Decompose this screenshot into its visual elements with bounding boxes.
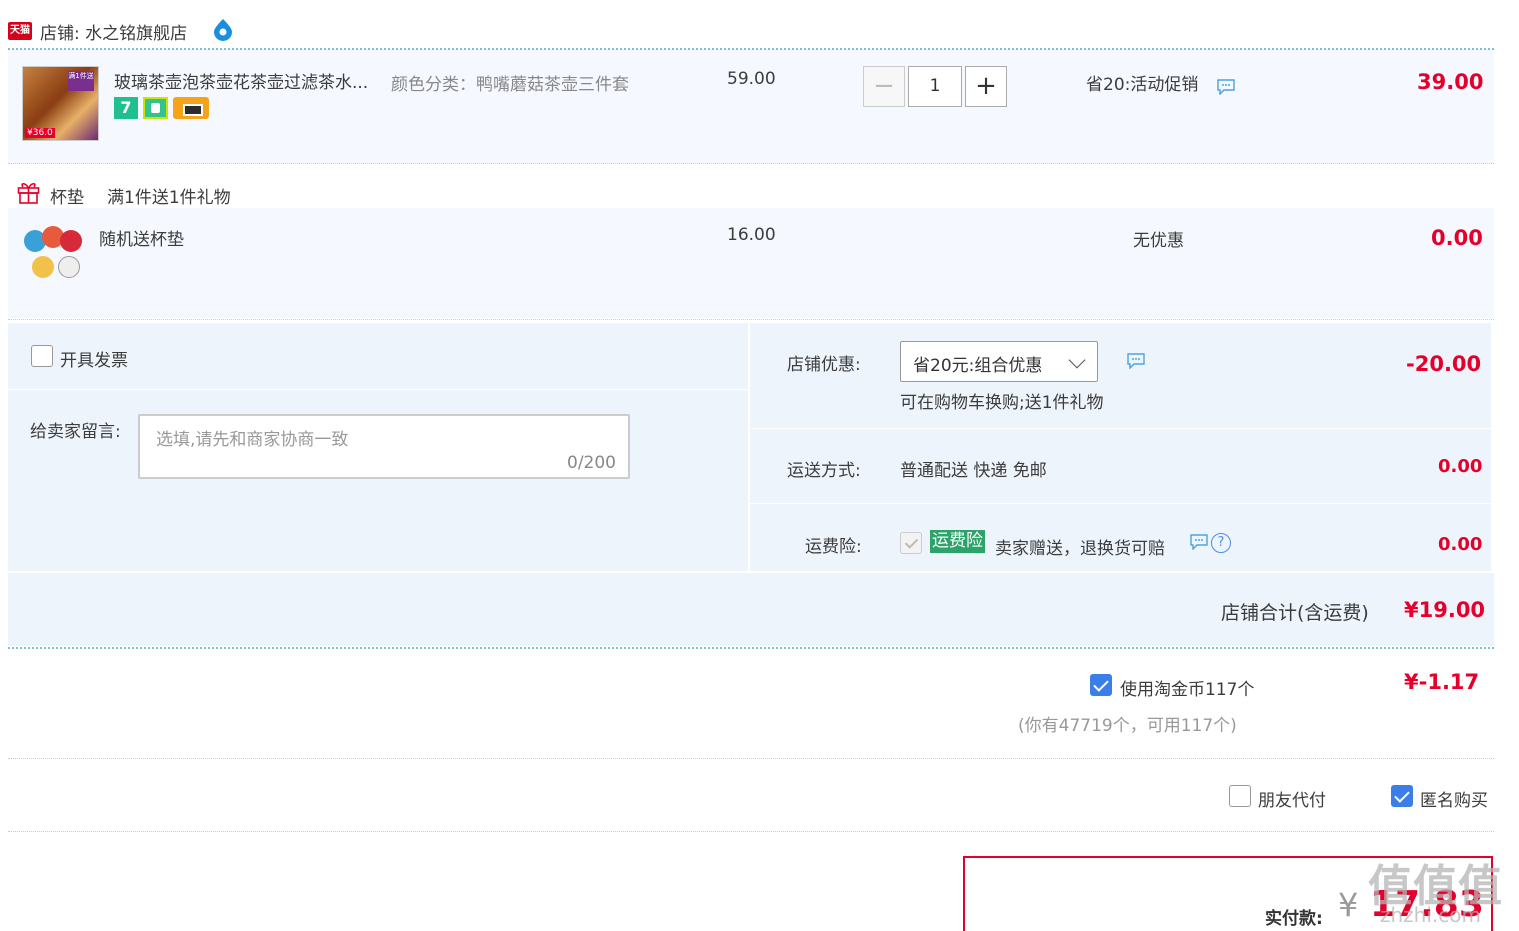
shipping-amount: 0.00 (1438, 456, 1483, 477)
gift-title[interactable]: 随机送杯垫 (99, 225, 184, 250)
payment-currency: ¥ (1338, 886, 1359, 924)
product-title[interactable]: 玻璃茶壶泡茶壶花茶壶过滤茶水... (114, 68, 368, 93)
chevron-down-icon (1068, 351, 1086, 369)
seller-message-textarea[interactable]: 选填,请先和商家协商一致 0/200 (138, 414, 630, 479)
shop-discount-selected: 省20元:组合优惠 (913, 356, 1043, 376)
promotion-label: 省20:活动促销 (1086, 75, 1199, 95)
panel-divider (750, 428, 1491, 429)
credit-card-service-icon[interactable] (173, 97, 209, 119)
insurance-description: 卖家赠送，退换货可赔 (995, 539, 1165, 559)
quantity-input[interactable]: 1 (908, 66, 962, 107)
insurance-badge: 运费险 (930, 530, 985, 553)
item-divider (8, 163, 1494, 164)
gift-label: 杯垫 (50, 188, 84, 208)
invoice-checkbox[interactable] (31, 345, 53, 367)
shop-discount-note: 可在购物车换购;送1件礼物 (900, 393, 1104, 413)
message-label: 给卖家留言: (30, 422, 121, 442)
coins-deduction-amount: ¥-1.17 (1404, 670, 1480, 694)
message-char-counter: 0/200 (567, 453, 616, 473)
shop-discount-select[interactable]: 省20元:组合优惠 (900, 341, 1098, 382)
panel-divider (8, 389, 748, 390)
gift-thumbnail[interactable] (22, 224, 84, 282)
use-coins-label[interactable]: 使用淘金币117个 (1120, 675, 1254, 700)
shipping-label: 运送方式: (787, 461, 861, 481)
anonymous-purchase-label[interactable]: 匿名购买 (1420, 786, 1488, 811)
payment-label: 实付款: (1265, 909, 1323, 929)
coins-balance-note: (你有47719个，可用117个) (1018, 716, 1237, 736)
quantity-increase-button[interactable]: + (965, 66, 1007, 107)
invoice-label[interactable]: 开具发票 (60, 346, 128, 371)
panel-divider (750, 503, 1491, 504)
product-sku: 颜色分类：鸭嘴蘑菇茶壶三件套 (391, 75, 629, 95)
insurance-amount: 0.00 (1438, 534, 1483, 555)
shop-title[interactable]: 店铺: 水之铭旗舰店 (40, 19, 187, 44)
shop-total-label: 店铺合计(含运费) (1221, 602, 1369, 624)
cart-item-row (8, 50, 1494, 163)
seven-day-return-icon[interactable]: 7 (114, 97, 138, 119)
shop-discount-amount: -20.00 (1406, 352, 1482, 376)
gift-icon (17, 182, 40, 204)
thumbnail-price-tag: ¥36.0 (25, 128, 55, 138)
product-thumbnail[interactable]: ¥36.0 满1件送 (22, 66, 99, 141)
insurance-checkbox[interactable] (900, 532, 922, 554)
use-coins-checkbox[interactable] (1090, 674, 1112, 696)
item-subtotal: 39.00 (1417, 70, 1484, 94)
shopping-bag-service-icon[interactable] (143, 97, 168, 119)
gift-divider (8, 319, 1494, 320)
friend-pay-label[interactable]: 朋友代付 (1258, 786, 1326, 811)
unit-price: 59.00 (727, 69, 776, 89)
shop-total-divider (8, 647, 1494, 649)
help-icon[interactable]: ? (1211, 533, 1231, 553)
tmall-badge: 天猫 (8, 22, 32, 40)
options-divider (8, 831, 1494, 832)
gift-unit-price: 16.00 (727, 225, 776, 245)
thumbnail-promo-tag: 满1件送 (68, 71, 94, 91)
coins-divider (8, 758, 1494, 759)
chat-bubble-icon[interactable] (1216, 79, 1236, 95)
gift-promotion-label: 无优惠 (1133, 231, 1184, 251)
quantity-decrease-button[interactable]: − (863, 66, 905, 107)
shop-total-amount: ¥19.00 (1404, 598, 1486, 622)
shop-discount-label: 店铺优惠: (787, 355, 861, 375)
anonymous-purchase-checkbox[interactable] (1391, 785, 1413, 807)
gift-rule: 满1件送1件礼物 (107, 188, 231, 208)
message-placeholder: 选填,请先和商家协商一致 (156, 430, 349, 450)
wangwang-chat-icon[interactable] (211, 17, 235, 41)
watermark-url: zhzhi.com (1380, 903, 1481, 927)
chat-bubble-icon[interactable] (1126, 353, 1146, 369)
shipping-method: 普通配送 快递 免邮 (900, 461, 1047, 481)
insurance-label: 运费险: (805, 537, 862, 557)
chat-bubble-icon[interactable] (1189, 534, 1209, 550)
gift-subtotal: 0.00 (1431, 226, 1483, 250)
friend-pay-checkbox[interactable] (1229, 785, 1251, 807)
